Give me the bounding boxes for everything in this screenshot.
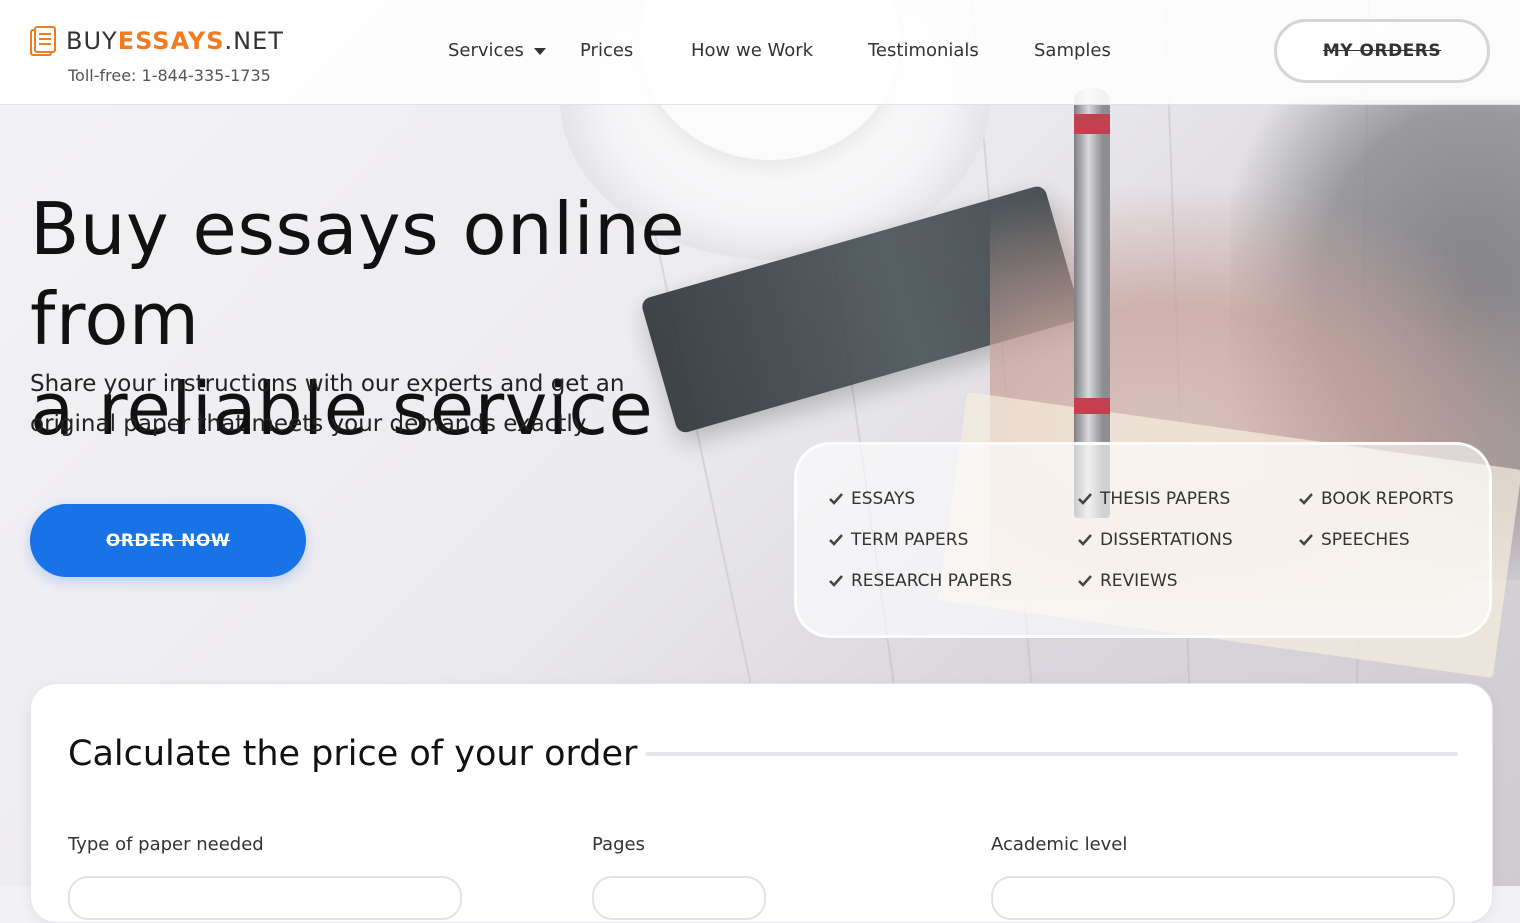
- nav-item-how-we-work[interactable]: How we Work: [691, 40, 813, 61]
- check-icon: [1078, 534, 1092, 546]
- service-link-book-reports[interactable]: BOOK REPORTS: [1299, 489, 1454, 509]
- document-icon: [30, 26, 56, 56]
- check-icon: [1078, 493, 1092, 505]
- academic-level-label: Academic level: [991, 834, 1128, 855]
- price-calculator: Calculate the price of your order Type o…: [30, 683, 1493, 923]
- paper-type-select[interactable]: [68, 876, 462, 920]
- check-icon: [1078, 575, 1092, 587]
- order-now-button[interactable]: ORDER NOW: [30, 504, 306, 577]
- chevron-down-icon: [533, 47, 546, 55]
- pages-stepper[interactable]: [592, 876, 766, 920]
- paper-type-label: Type of paper needed: [68, 834, 264, 855]
- check-icon: [829, 534, 843, 546]
- service-link-essays[interactable]: ESSAYS: [829, 489, 915, 509]
- service-link-thesis-papers[interactable]: THESIS PAPERS: [1078, 489, 1230, 509]
- nav-item-samples[interactable]: Samples: [1034, 40, 1111, 61]
- my-orders-button[interactable]: MY ORDERS: [1274, 19, 1490, 83]
- nav-item-services[interactable]: Services: [448, 40, 546, 61]
- nav-item-prices[interactable]: Prices: [580, 40, 633, 61]
- service-link-term-papers[interactable]: TERM PAPERS: [829, 530, 968, 550]
- check-icon: [1299, 534, 1313, 546]
- site-header: BUYESSAYS.NET Toll-free: 1-844-335-1735 …: [0, 0, 1520, 105]
- check-icon: [829, 493, 843, 505]
- tollfree-phone[interactable]: Toll-free: 1-844-335-1735: [68, 66, 271, 85]
- services-panel: ESSAYS TERM PAPERS RESEARCH PAPERS THESI…: [794, 442, 1492, 638]
- title-divider: [645, 752, 1458, 756]
- nav-item-testimonials[interactable]: Testimonials: [868, 40, 979, 61]
- pages-label: Pages: [592, 834, 645, 855]
- academic-level-select[interactable]: [991, 876, 1455, 920]
- service-link-reviews[interactable]: REVIEWS: [1078, 571, 1178, 591]
- service-link-dissertations[interactable]: DISSERTATIONS: [1078, 530, 1233, 550]
- logo-text: BUYESSAYS.NET: [66, 27, 284, 55]
- check-icon: [1299, 493, 1313, 505]
- service-link-research-papers[interactable]: RESEARCH PAPERS: [829, 571, 1012, 591]
- logo[interactable]: BUYESSAYS.NET: [30, 26, 284, 56]
- hero-subtitle: Share your instructions with our experts…: [30, 371, 625, 437]
- service-link-speeches[interactable]: SPEECHES: [1299, 530, 1410, 550]
- calculator-title: Calculate the price of your order: [68, 734, 638, 774]
- check-icon: [829, 575, 843, 587]
